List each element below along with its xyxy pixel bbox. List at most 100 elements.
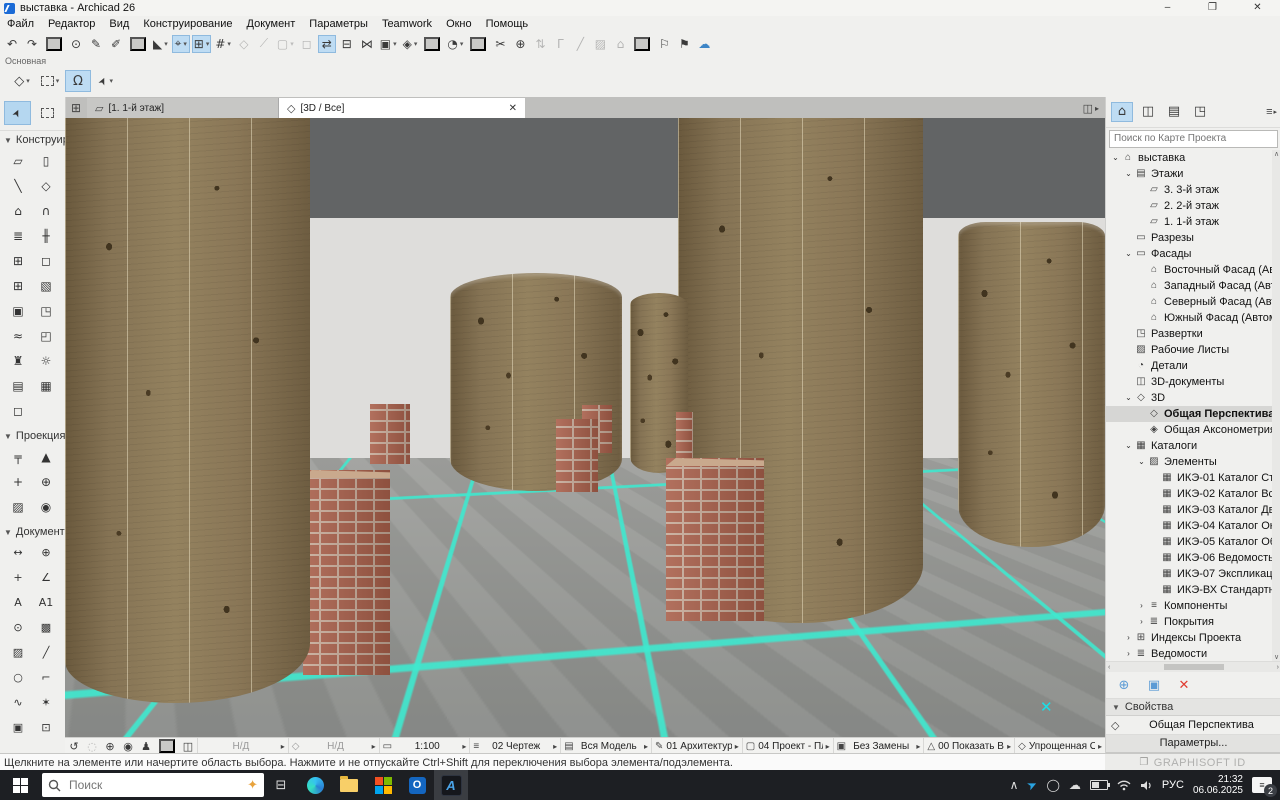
orbit-button[interactable]: ◉ <box>120 739 136 753</box>
redo-button[interactable]: ↷ <box>23 35 41 53</box>
worksheet-tool[interactable]: ▨ <box>4 494 32 519</box>
frame-button[interactable]: ▣ <box>378 35 399 53</box>
tree-ike-02[interactable]: ▦ ИКЭ-02 Каталог Всех Проемов <box>1106 486 1280 502</box>
settings-button[interactable]: Параметры... <box>1106 735 1280 753</box>
layer-combination-dropdown[interactable]: ≡ 02 Чертеж ▸ <box>469 738 560 754</box>
patch-tool[interactable]: ▩ <box>32 615 60 640</box>
tree-generic-perspective[interactable]: ◇ Общая Перспектива <box>1106 406 1280 422</box>
snap-grid-button[interactable]: # <box>213 35 233 53</box>
brick-pillar-back-left[interactable] <box>370 404 410 464</box>
text-tool[interactable]: A <box>4 590 32 615</box>
tree-generic-axonometry[interactable]: ◈ Общая Аксонометрия <box>1106 422 1280 438</box>
interior-elevation-tool[interactable]: + <box>4 469 32 494</box>
menu-help[interactable]: Помощь <box>479 16 536 33</box>
tree-story-3[interactable]: ▱ 3. 3-й этаж <box>1106 182 1280 198</box>
reset-zoom-button[interactable]: ↺ <box>66 739 82 753</box>
column-far-right[interactable] <box>958 222 1105 547</box>
shell-tool[interactable]: ∩ <box>32 198 60 223</box>
hotspot-tool[interactable]: ✶ <box>32 690 60 715</box>
menu-file[interactable]: Файл <box>0 16 41 33</box>
arrow-tool[interactable]: ➤ <box>4 101 31 125</box>
tree-schedules-folder[interactable]: ⌄ ▦ Каталоги <box>1106 438 1280 454</box>
detail-tool[interactable]: ⊕ <box>32 469 60 494</box>
model-view-dropdown[interactable]: ▢ 04 Проект - Пла.. ▸ <box>742 738 833 754</box>
suspend-groups-button[interactable]: ◻ <box>298 35 316 53</box>
marquee-options-button[interactable] <box>37 70 63 92</box>
figure-tool[interactable]: ▣ <box>4 715 32 740</box>
menu-edit[interactable]: Редактор <box>41 16 102 33</box>
toolbox-section-construct-header[interactable]: ▼ Конструирова <box>0 131 65 148</box>
dimension-tool[interactable]: ↔ <box>4 540 32 565</box>
fill-tool[interactable]: ▨ <box>4 640 32 665</box>
curtain-wall-tool[interactable]: ⊞ <box>4 248 32 273</box>
tree-expand-icon[interactable]: ⌄ <box>1136 457 1147 466</box>
edit-selection-button[interactable]: ⌂ <box>611 35 629 53</box>
rotate-button[interactable]: ◔ <box>445 35 465 53</box>
language-indicator[interactable]: РУС <box>1162 779 1184 791</box>
outlook-app-button[interactable]: O <box>400 770 434 800</box>
column-tool[interactable]: ▯ <box>32 148 60 173</box>
roof-tool[interactable]: ⌂ <box>4 198 32 223</box>
pen-set-dropdown[interactable]: ✎ 01 Архитектурн.. ▸ <box>651 738 742 754</box>
tree-3d-folder[interactable]: ⌄ ◇ 3D <box>1106 390 1280 406</box>
stair-tool[interactable]: ≣ <box>4 223 32 248</box>
tree-ike-vx[interactable]: ▦ ИКЭ-ВХ Стандартный Каталог I <box>1106 582 1280 598</box>
close-tab-icon[interactable]: ✕ <box>509 103 517 114</box>
intersect-button[interactable]: Γ <box>551 35 569 53</box>
tree-story-2[interactable]: ▱ 2. 2-й этаж <box>1106 198 1280 214</box>
circular-dimension-tool[interactable]: ⊕ <box>32 540 60 565</box>
door-tool[interactable]: ◻ <box>32 248 60 273</box>
flag-list-button[interactable]: ⚑ <box>675 35 693 53</box>
line-tool[interactable]: ╱ <box>32 640 60 665</box>
slab-tool[interactable]: ◇ <box>32 173 60 198</box>
magnet-button[interactable]: Ω <box>65 70 91 92</box>
tree-expand-icon[interactable]: › <box>1136 601 1147 610</box>
drawing-tool[interactable]: ⊡ <box>32 715 60 740</box>
tree-stories-folder[interactable]: ⌄ ▤ Этажи <box>1106 166 1280 182</box>
edge-app-button[interactable] <box>298 770 332 800</box>
scroll-right-icon[interactable]: › <box>1277 664 1279 671</box>
tree-sections[interactable]: ▭ Разрезы <box>1106 230 1280 246</box>
scrollbar-thumb[interactable] <box>1164 664 1224 670</box>
restore-button[interactable]: ❐ <box>1190 0 1235 16</box>
morph-tool[interactable]: ≈ <box>4 323 32 348</box>
structure-display-dropdown[interactable]: ▤ Вся Модель ▸ <box>560 738 651 754</box>
tree-3d-documents[interactable]: ◫ 3D-документы <box>1106 374 1280 390</box>
fillet-button[interactable]: ╱ <box>571 35 589 53</box>
teamwork-cloud-button[interactable]: ☁ <box>695 35 713 53</box>
zoom-button[interactable]: ⊕ <box>102 739 118 753</box>
renovation-filter-dropdown[interactable]: △ 00 Показать Вс.. ▸ <box>923 738 1014 754</box>
graphisoft-id-badge[interactable]: ❐ GRAPHISOFT ID <box>1105 753 1280 771</box>
coordinate-input-button[interactable]: ⊞ <box>192 35 212 53</box>
notification-center-button[interactable]: ≡ 2 <box>1252 777 1272 793</box>
lamp-tool[interactable]: ☼ <box>32 348 60 373</box>
tree-worksheets[interactable]: ▨ Рабочие Листы <box>1106 342 1280 358</box>
elevation-dimension-tool[interactable]: + <box>4 565 32 590</box>
tree-surfaces[interactable]: › ≣ Покрытия <box>1106 614 1280 630</box>
tree-elements-folder[interactable]: ⌄ ▨ Элементы <box>1106 454 1280 470</box>
layout-book-icon[interactable]: ▤ <box>1163 102 1185 122</box>
group-button[interactable]: ▢ <box>275 35 296 53</box>
tray-app-icon[interactable]: ◯ <box>1046 778 1059 792</box>
tree-schedules[interactable]: › ≣ Ведомости <box>1106 646 1280 662</box>
sketch-button[interactable]: ◇ <box>235 35 253 53</box>
tab-floor-plan[interactable]: ▱ [1. 1-й этаж] <box>87 98 279 118</box>
tree-elevation-east[interactable]: ⌂ Восточный Фасад (Автоматическ <box>1106 262 1280 278</box>
onedrive-icon[interactable]: ☁ <box>1069 778 1081 792</box>
brick-pillar-front-left[interactable] <box>303 470 390 675</box>
view-settings-button[interactable]: ◫ <box>180 739 196 753</box>
menu-window[interactable]: Окно <box>439 16 479 33</box>
tree-expand-icon[interactable]: › <box>1123 649 1134 658</box>
marquee-tool[interactable] <box>34 101 61 125</box>
tree-expand-icon[interactable]: ⌄ <box>1110 153 1121 162</box>
graphic-override-dropdown[interactable]: ▣ Без Замены ▸ <box>833 738 924 754</box>
menu-view[interactable]: Вид <box>102 16 136 33</box>
toolbox-section-document-header[interactable]: ▼ Документирова <box>0 523 65 540</box>
menu-design[interactable]: Конструирование <box>136 16 239 33</box>
modify-button[interactable]: ◈ <box>401 35 420 53</box>
add-viewpoint-button[interactable]: ⊕ <box>1115 676 1133 694</box>
clock[interactable]: 21:32 06.06.2025 <box>1193 774 1243 796</box>
tree-expand-icon[interactable]: ⌄ <box>1123 169 1134 178</box>
3d-viewport[interactable]: ✕ <box>65 118 1105 737</box>
object-tool[interactable]: ♜ <box>4 348 32 373</box>
